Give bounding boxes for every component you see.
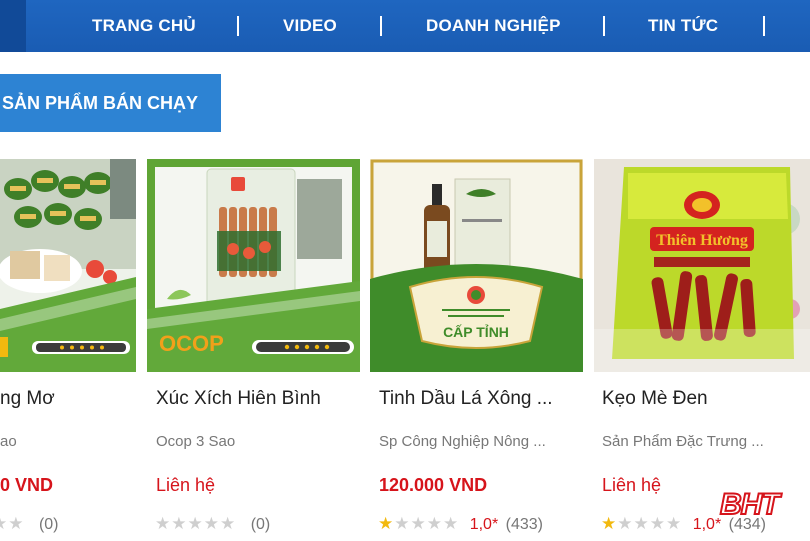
product-price-3: 120.000 VND: [379, 475, 488, 495]
nav-item-doanh-nghiep[interactable]: DOANH NGHIỆP: [426, 0, 561, 52]
rating-count: (0): [38, 516, 59, 533]
thien-huong-brand-text: Thiên Hương: [656, 232, 748, 249]
nav-divider: [603, 16, 605, 36]
product-category-4: Sản Phẩm Đặc Trưng ...: [602, 433, 764, 450]
product-image-4-art: Thiên Hương: [594, 159, 810, 372]
top-navigation-bar: TRANG CHỦ VIDEO DOANH NGHIỆP TIN TỨC: [0, 0, 810, 52]
star-icon: ★: [0, 514, 8, 534]
star-icon: ★: [617, 514, 634, 534]
product-rating-1: ★★ (0): [0, 514, 59, 536]
rating-score: 1,0*: [469, 516, 499, 533]
product-image-3[interactable]: CẤP TỈNH: [370, 159, 583, 372]
product-image-1[interactable]: [0, 159, 136, 372]
bht-watermark-logo: BHT: [719, 487, 784, 520]
nav-item-trang-chu[interactable]: TRANG CHỦ: [92, 0, 196, 52]
star-icon: ★: [649, 514, 666, 534]
cap-tinh-badge-text: CẤP TỈNH: [443, 324, 509, 340]
star-icon: ★: [426, 514, 443, 534]
product-category-2: Ocop 3 Sao: [156, 433, 236, 450]
product-image-1-art: [0, 159, 136, 372]
star-icon: ★: [601, 514, 618, 534]
star-icon: ★: [8, 514, 25, 534]
star-icon: ★: [394, 514, 411, 534]
product-name-3[interactable]: Tinh Dầu Lá Xông ...: [379, 388, 553, 410]
product-image-2-art: OCOP: [147, 159, 360, 372]
section-title: SẢN PHẨM BÁN CHẠY: [0, 74, 221, 132]
star-icon: ★: [378, 514, 395, 534]
nav-item-video[interactable]: VIDEO: [283, 0, 337, 52]
product-category-3: Sp Công Nghiệp Nông ...: [379, 433, 546, 450]
product-image-2[interactable]: OCOP: [147, 159, 360, 372]
star-icon: ★: [220, 514, 237, 534]
product-name-1[interactable]: ng Mơ: [0, 388, 55, 410]
star-icon: ★: [443, 514, 460, 534]
rating-count: (0): [250, 516, 271, 533]
product-name-4[interactable]: Kẹo Mè Đen: [602, 388, 708, 410]
rating-score: 1,0*: [692, 516, 722, 533]
product-price-2: Liên hệ: [156, 475, 216, 495]
star-icon: ★: [203, 514, 220, 534]
product-rating-3: ★★★★★ 1,0* (433): [378, 514, 543, 536]
nav-home-block[interactable]: [0, 0, 26, 52]
nav-item-tin-tuc[interactable]: TIN TỨC: [648, 0, 718, 52]
product-name-2[interactable]: Xúc Xích Hiên Bình: [156, 388, 321, 410]
star-icon: ★: [187, 514, 204, 534]
star-icon: ★: [171, 514, 188, 534]
product-category-1: ao: [0, 433, 17, 450]
product-rating-2: ★★★★★ (0): [155, 514, 270, 536]
star-icon: ★: [155, 514, 172, 534]
product-price-4: Liên hệ: [602, 475, 662, 495]
nav-divider: [237, 16, 239, 36]
nav-divider: [763, 16, 765, 36]
star-icon: ★: [666, 514, 683, 534]
watermark-text: BHT: [720, 488, 782, 520]
star-icon: ★: [633, 514, 650, 534]
product-image-4[interactable]: Thiên Hương: [594, 159, 810, 372]
rating-count: (433): [505, 516, 543, 533]
nav-divider: [380, 16, 382, 36]
ocop-badge-text: OCOP: [159, 331, 224, 356]
star-icon: ★: [410, 514, 427, 534]
product-price-1: 0 VND: [0, 475, 54, 495]
product-image-3-art: CẤP TỈNH: [370, 159, 583, 372]
